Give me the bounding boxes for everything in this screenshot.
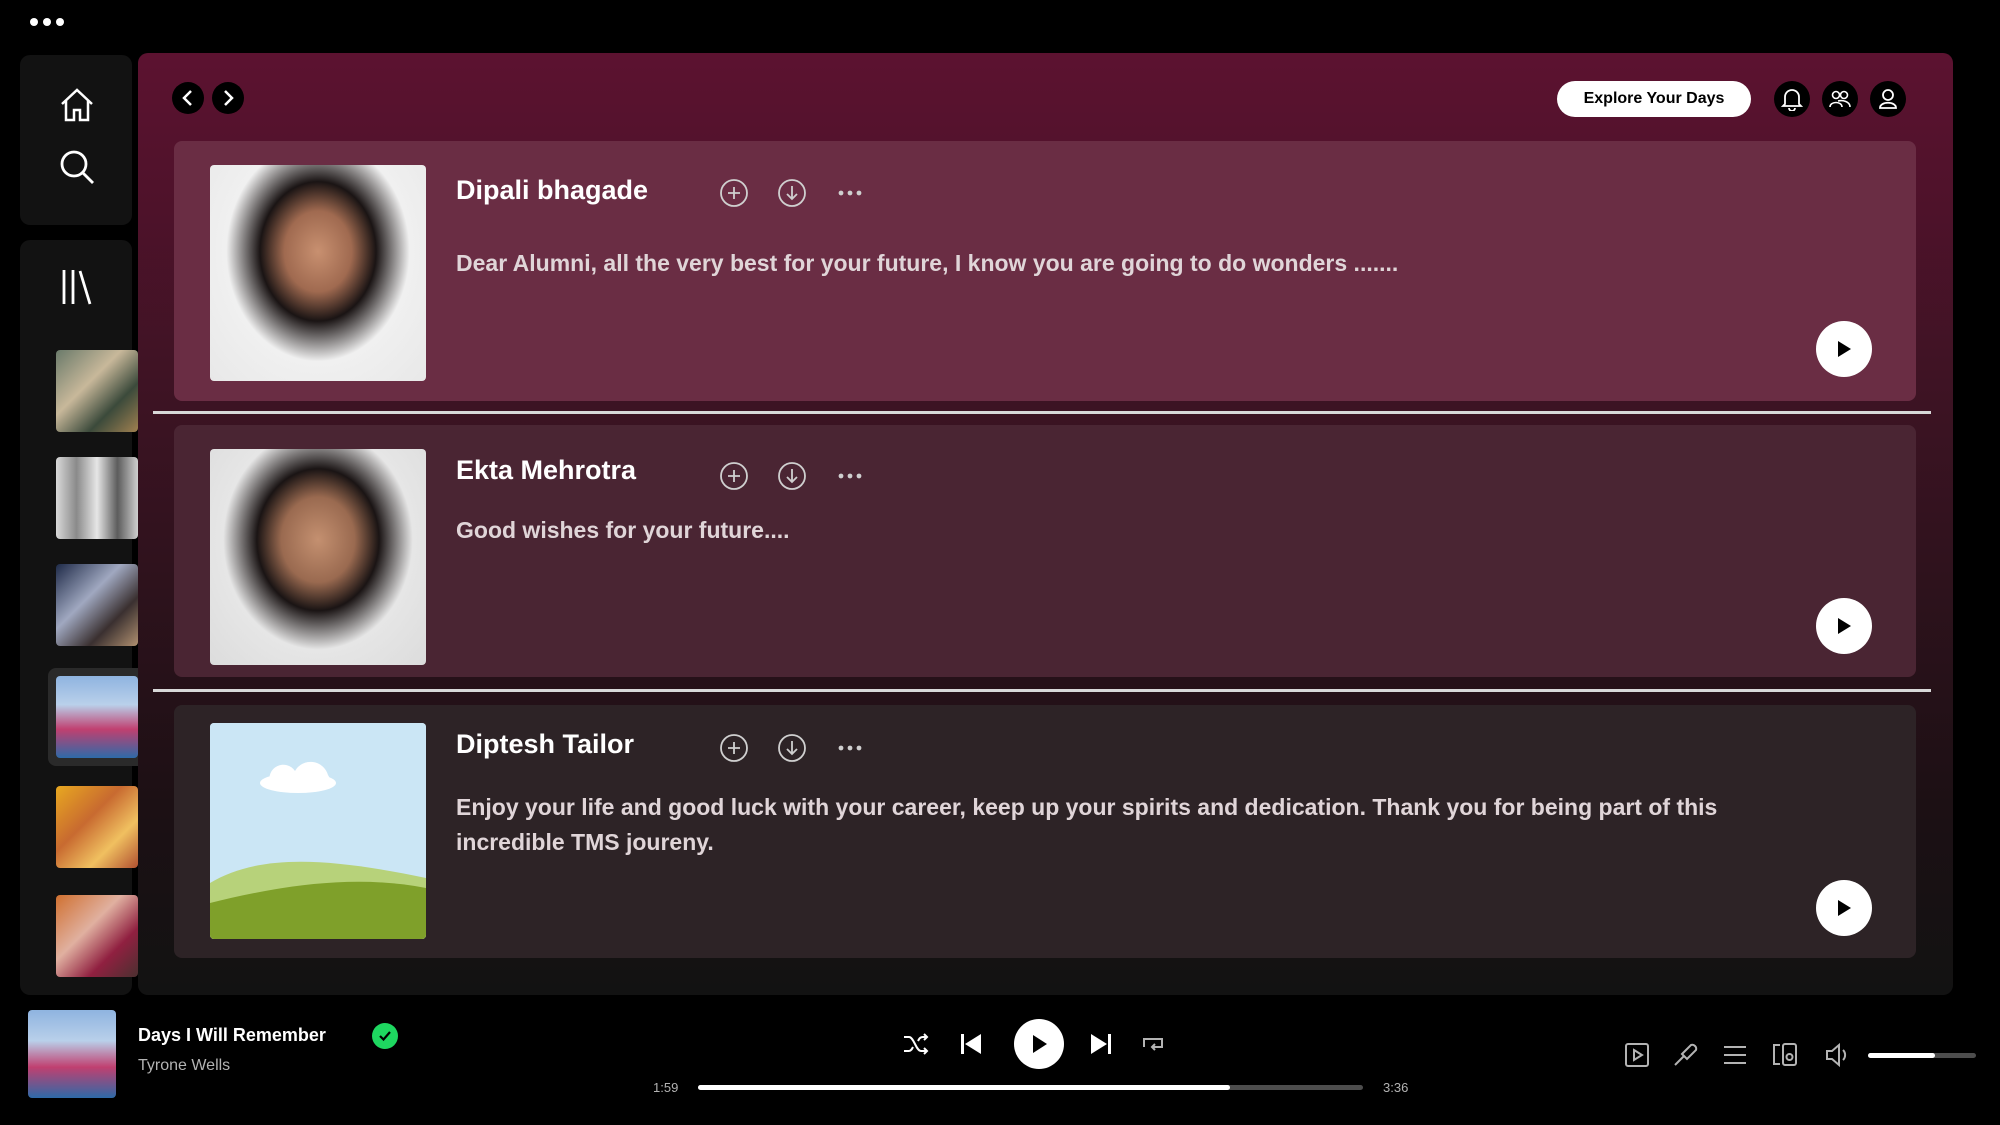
devices-icon[interactable] [1770,1040,1800,1070]
back-button[interactable] [172,82,204,114]
play-icon [1838,900,1851,916]
shuffle-icon[interactable] [902,1032,930,1056]
check-icon [379,1031,391,1042]
divider [153,689,1931,692]
previous-icon[interactable] [958,1031,984,1057]
download-icon[interactable] [777,178,807,208]
friends-icon [1829,90,1851,108]
playlist-thumbnail[interactable] [56,350,138,432]
card-name: Diptesh Tailor [456,729,635,759]
profile-icon [1879,89,1897,109]
play-button[interactable] [1816,880,1872,936]
explore-button[interactable]: Explore Your Days [1557,81,1751,117]
forward-icon [224,90,234,106]
more-icon[interactable] [835,461,865,491]
message-card: Ekta Mehrotra Good wishes for your futur… [174,425,1916,677]
player-bar: Days I Will Remember Tyrone Wells 1:59 3… [0,995,2000,1125]
more-icon[interactable] [835,178,865,208]
play-icon [1838,618,1851,634]
download-icon[interactable] [777,733,807,763]
add-icon[interactable] [719,461,749,491]
avatar [210,449,426,665]
progress-bar[interactable] [698,1085,1363,1090]
volume-fill [1868,1053,1935,1058]
card-name: Ekta Mehrotra [456,455,637,485]
track-artist[interactable]: Tyrone Wells [138,1057,230,1075]
message-card: Dipali bhagade Dear Alumni, all the very… [174,141,1916,401]
playlist-thumbnail[interactable] [56,895,138,977]
more-icon[interactable] [30,18,64,26]
play-icon [1033,1035,1047,1053]
main-content: Explore Your Days Dipali bhagade Dear Al… [138,53,1953,995]
playlist-thumbnail[interactable] [56,564,138,646]
playlist-thumbnail[interactable] [56,786,138,868]
avatar [210,165,426,381]
liked-button[interactable] [372,1023,398,1049]
add-icon[interactable] [719,178,749,208]
mic-icon[interactable] [1670,1040,1700,1070]
card-message: Good wishes for your future.... [456,517,790,543]
card-message: Enjoy your life and good luck with your … [456,794,1718,855]
volume-icon[interactable] [1823,1040,1853,1070]
elapsed-time: 1:59 [653,1080,679,1095]
notifications-button[interactable] [1774,81,1810,117]
library-icon[interactable] [60,267,94,307]
queue-icon[interactable] [1720,1040,1750,1070]
download-icon[interactable] [777,461,807,491]
card-message: Dear Alumni, all the very best for your … [456,250,1399,276]
back-icon [182,90,192,106]
playlist-thumbnail[interactable] [56,676,138,758]
add-icon[interactable] [719,733,749,763]
playlist-thumbnail[interactable] [56,457,138,539]
card-name: Dipali bhagade [456,175,649,205]
bell-icon [1781,89,1803,111]
divider [153,411,1931,414]
placeholder-landscape-icon [210,723,426,939]
play-icon [1838,341,1851,357]
total-time: 3:36 [1383,1080,1409,1095]
play-button[interactable] [1816,598,1872,654]
play-button[interactable] [1816,321,1872,377]
profile-button[interactable] [1870,81,1906,117]
message-card: Diptesh Tailor Enjoy your life and good … [174,705,1916,958]
next-icon[interactable] [1088,1031,1114,1057]
library-panel [20,240,146,995]
track-title[interactable]: Days I Will Remember [138,1025,326,1046]
now-playing-cover[interactable] [28,1010,116,1098]
nav-panel [20,55,132,225]
search-icon[interactable] [57,147,97,187]
forward-button[interactable] [212,82,244,114]
friends-button[interactable] [1822,81,1858,117]
volume-slider[interactable] [1868,1053,1976,1058]
now-playing-view-icon[interactable] [1622,1040,1652,1070]
more-icon[interactable] [835,733,865,763]
progress-fill [698,1085,1230,1090]
play-pause-button[interactable] [1014,1019,1064,1069]
avatar [210,723,426,939]
home-icon[interactable] [57,85,97,125]
repeat-icon[interactable] [1140,1033,1166,1055]
